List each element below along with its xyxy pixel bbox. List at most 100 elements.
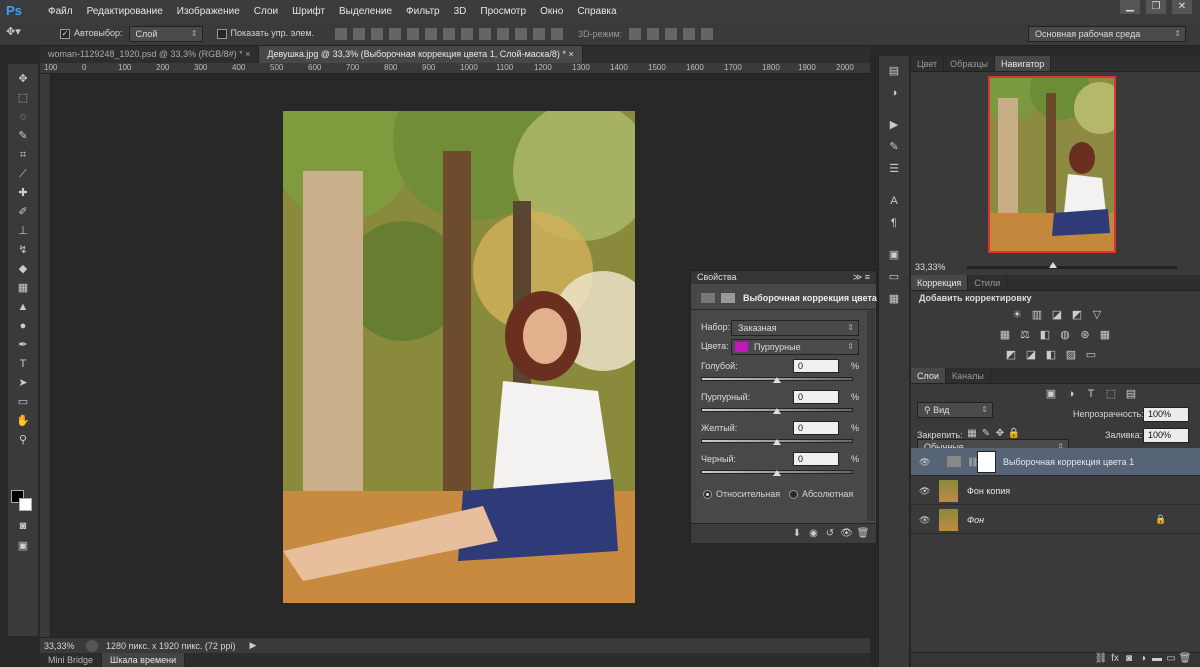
document-image[interactable] <box>283 111 635 603</box>
brightness-icon[interactable]: ☀ <box>1009 308 1025 322</box>
align-top-icon[interactable] <box>335 27 348 40</box>
layer-row[interactable]: 👁 Фон копия <box>911 477 1200 505</box>
filter-type-icon[interactable]: T <box>1083 387 1099 401</box>
lock-transparency-icon[interactable]: ▦ <box>965 428 979 440</box>
exposure-icon[interactable]: ◩ <box>1069 308 1085 322</box>
tab-color[interactable]: Цвет <box>911 56 945 71</box>
preset-dropdown[interactable]: Заказная <box>731 320 859 336</box>
navigator-zoom-slider[interactable] <box>967 266 1177 269</box>
eyedropper-tool-icon[interactable]: ⟋ <box>12 165 34 183</box>
brush-tool-icon[interactable]: ✐ <box>12 203 34 221</box>
levels-icon[interactable]: ▥ <box>1029 308 1045 322</box>
black-input[interactable]: 0 <box>793 452 839 466</box>
fx-icon[interactable]: fx <box>1108 653 1122 665</box>
add-mask-icon[interactable]: ◙ <box>1122 653 1136 665</box>
layer-name[interactable]: Фон <box>967 515 984 525</box>
new-adjustment-icon[interactable]: ◑ <box>1136 653 1150 665</box>
paragraph-icon[interactable]: ¶ <box>886 216 902 230</box>
blur-tool-icon[interactable]: ▲ <box>12 298 34 316</box>
character-icon[interactable]: A <box>886 194 902 208</box>
eye-icon[interactable]: 👁 <box>919 515 930 526</box>
3d-scale-icon[interactable] <box>701 27 714 40</box>
menu-3d[interactable]: 3D <box>454 6 467 17</box>
gradient-tool-icon[interactable]: ▦ <box>12 279 34 297</box>
shape-tool-icon[interactable]: ▭ <box>12 393 34 411</box>
screen-mode-icon[interactable]: ▣ <box>12 537 34 555</box>
menu-image[interactable]: Изображение <box>177 6 240 17</box>
tab-timeline[interactable]: Шкала времени <box>102 653 186 667</box>
layer-mask-thumbnail[interactable] <box>977 451 996 473</box>
brush-panel-icon[interactable]: ☰ <box>886 162 902 176</box>
status-info-icon[interactable] <box>86 639 98 652</box>
reset-icon[interactable]: ↺ <box>823 528 837 540</box>
new-group-icon[interactable]: ▬ <box>1150 653 1164 665</box>
tab-woman-psd[interactable]: woman-1129248_1920.psd @ 33,3% (RGB/8#) … <box>40 46 260 63</box>
distribute-left-icon[interactable] <box>497 27 510 40</box>
selective-color-icon[interactable]: ▨ <box>1063 348 1079 362</box>
autoselect-dropdown[interactable]: Слой <box>128 25 203 42</box>
fill-input[interactable]: 100% <box>1143 428 1189 443</box>
quick-mask-icon[interactable]: ◙ <box>12 517 34 535</box>
tab-layers[interactable]: Слои <box>911 368 946 383</box>
layer-row[interactable]: 👁 Фон 🔒 <box>911 506 1200 534</box>
slider-knob[interactable] <box>773 470 781 476</box>
distribute-top-icon[interactable] <box>443 27 456 40</box>
background-color-swatch[interactable] <box>19 498 32 511</box>
crop-tool-icon[interactable]: ⌗ <box>12 146 34 164</box>
filter-pixel-icon[interactable]: ▣ <box>1043 387 1059 401</box>
black-white-icon[interactable]: ◧ <box>1037 328 1053 342</box>
menu-edit[interactable]: Редактирование <box>87 6 163 17</box>
filter-smart-icon[interactable]: ▤ <box>1123 387 1139 401</box>
vibrance-icon[interactable]: ▽ <box>1089 308 1105 322</box>
navigator-thumbnail[interactable] <box>988 76 1116 253</box>
tab-adjustments[interactable]: Коррекция <box>911 275 969 290</box>
dodge-tool-icon[interactable]: ● <box>12 317 34 335</box>
history-icon[interactable]: ▤ <box>886 64 902 78</box>
distribute-bottom-icon[interactable] <box>479 27 492 40</box>
path-select-tool-icon[interactable]: ➤ <box>12 374 34 392</box>
notes-icon[interactable]: ▭ <box>886 270 902 284</box>
menu-type[interactable]: Шрифт <box>292 6 325 17</box>
clip-to-layer-icon[interactable]: ⬇ <box>790 528 804 540</box>
channel-mixer-icon[interactable]: ⊛ <box>1077 328 1093 342</box>
zoom-tool-icon[interactable]: ⚲ <box>12 431 34 449</box>
slider-knob[interactable] <box>773 439 781 445</box>
marquee-tool-icon[interactable]: ⬚ <box>12 89 34 107</box>
curves-icon[interactable]: ◪ <box>1049 308 1065 322</box>
color-balance-icon[interactable]: ⚖ <box>1017 328 1033 342</box>
quick-select-tool-icon[interactable]: ✎ <box>12 127 34 145</box>
mask-icon[interactable] <box>721 293 735 303</box>
eye-icon[interactable]: 👁 <box>919 486 930 497</box>
trash-icon[interactable]: 🗑 <box>856 528 870 540</box>
align-middle-icon[interactable] <box>353 27 366 40</box>
menu-help[interactable]: Справка <box>577 6 616 17</box>
tab-styles[interactable]: Стили <box>968 275 1008 290</box>
layer-name[interactable]: Фон копия <box>967 486 1010 496</box>
slider-knob[interactable] <box>1049 262 1057 268</box>
lock-pixels-icon[interactable]: ✎ <box>979 428 993 440</box>
panel-menu-icon[interactable]: ≫ ≡ <box>853 271 870 284</box>
layer-comps-icon[interactable]: ▦ <box>886 292 902 306</box>
delete-layer-icon[interactable]: 🗑 <box>1178 653 1192 665</box>
pen-tool-icon[interactable]: ✒ <box>12 336 34 354</box>
info-panel-icon[interactable]: ▣ <box>886 248 902 262</box>
status-arrow-icon[interactable]: ▶ <box>249 640 256 651</box>
new-layer-icon[interactable]: ▭ <box>1164 653 1178 665</box>
distribute-right-icon[interactable] <box>533 27 546 40</box>
healing-brush-tool-icon[interactable]: ✚ <box>12 184 34 202</box>
slider-knob[interactable] <box>773 377 781 383</box>
layer-filter-dropdown[interactable]: ⚲ Вид <box>917 402 993 418</box>
tab-navigator[interactable]: Навигатор <box>995 56 1052 71</box>
tab-mini-bridge[interactable]: Mini Bridge <box>40 653 103 667</box>
menu-layers[interactable]: Слои <box>254 6 278 17</box>
align-left-icon[interactable] <box>389 27 402 40</box>
menu-window[interactable]: Окно <box>540 6 563 17</box>
layer-name[interactable]: Выборочная коррекция цвета 1 <box>1003 457 1134 467</box>
zoom-level[interactable]: 33,33% <box>44 641 80 651</box>
filter-shape-icon[interactable]: ⬚ <box>1103 387 1119 401</box>
move-tool-preset-icon[interactable]: ✥▾ <box>6 25 36 43</box>
menu-file[interactable]: Файл <box>48 6 73 17</box>
tab-channels[interactable]: Каналы <box>946 368 991 383</box>
gradient-map-icon[interactable]: ▭ <box>1083 348 1099 362</box>
3d-slide-icon[interactable] <box>683 27 696 40</box>
